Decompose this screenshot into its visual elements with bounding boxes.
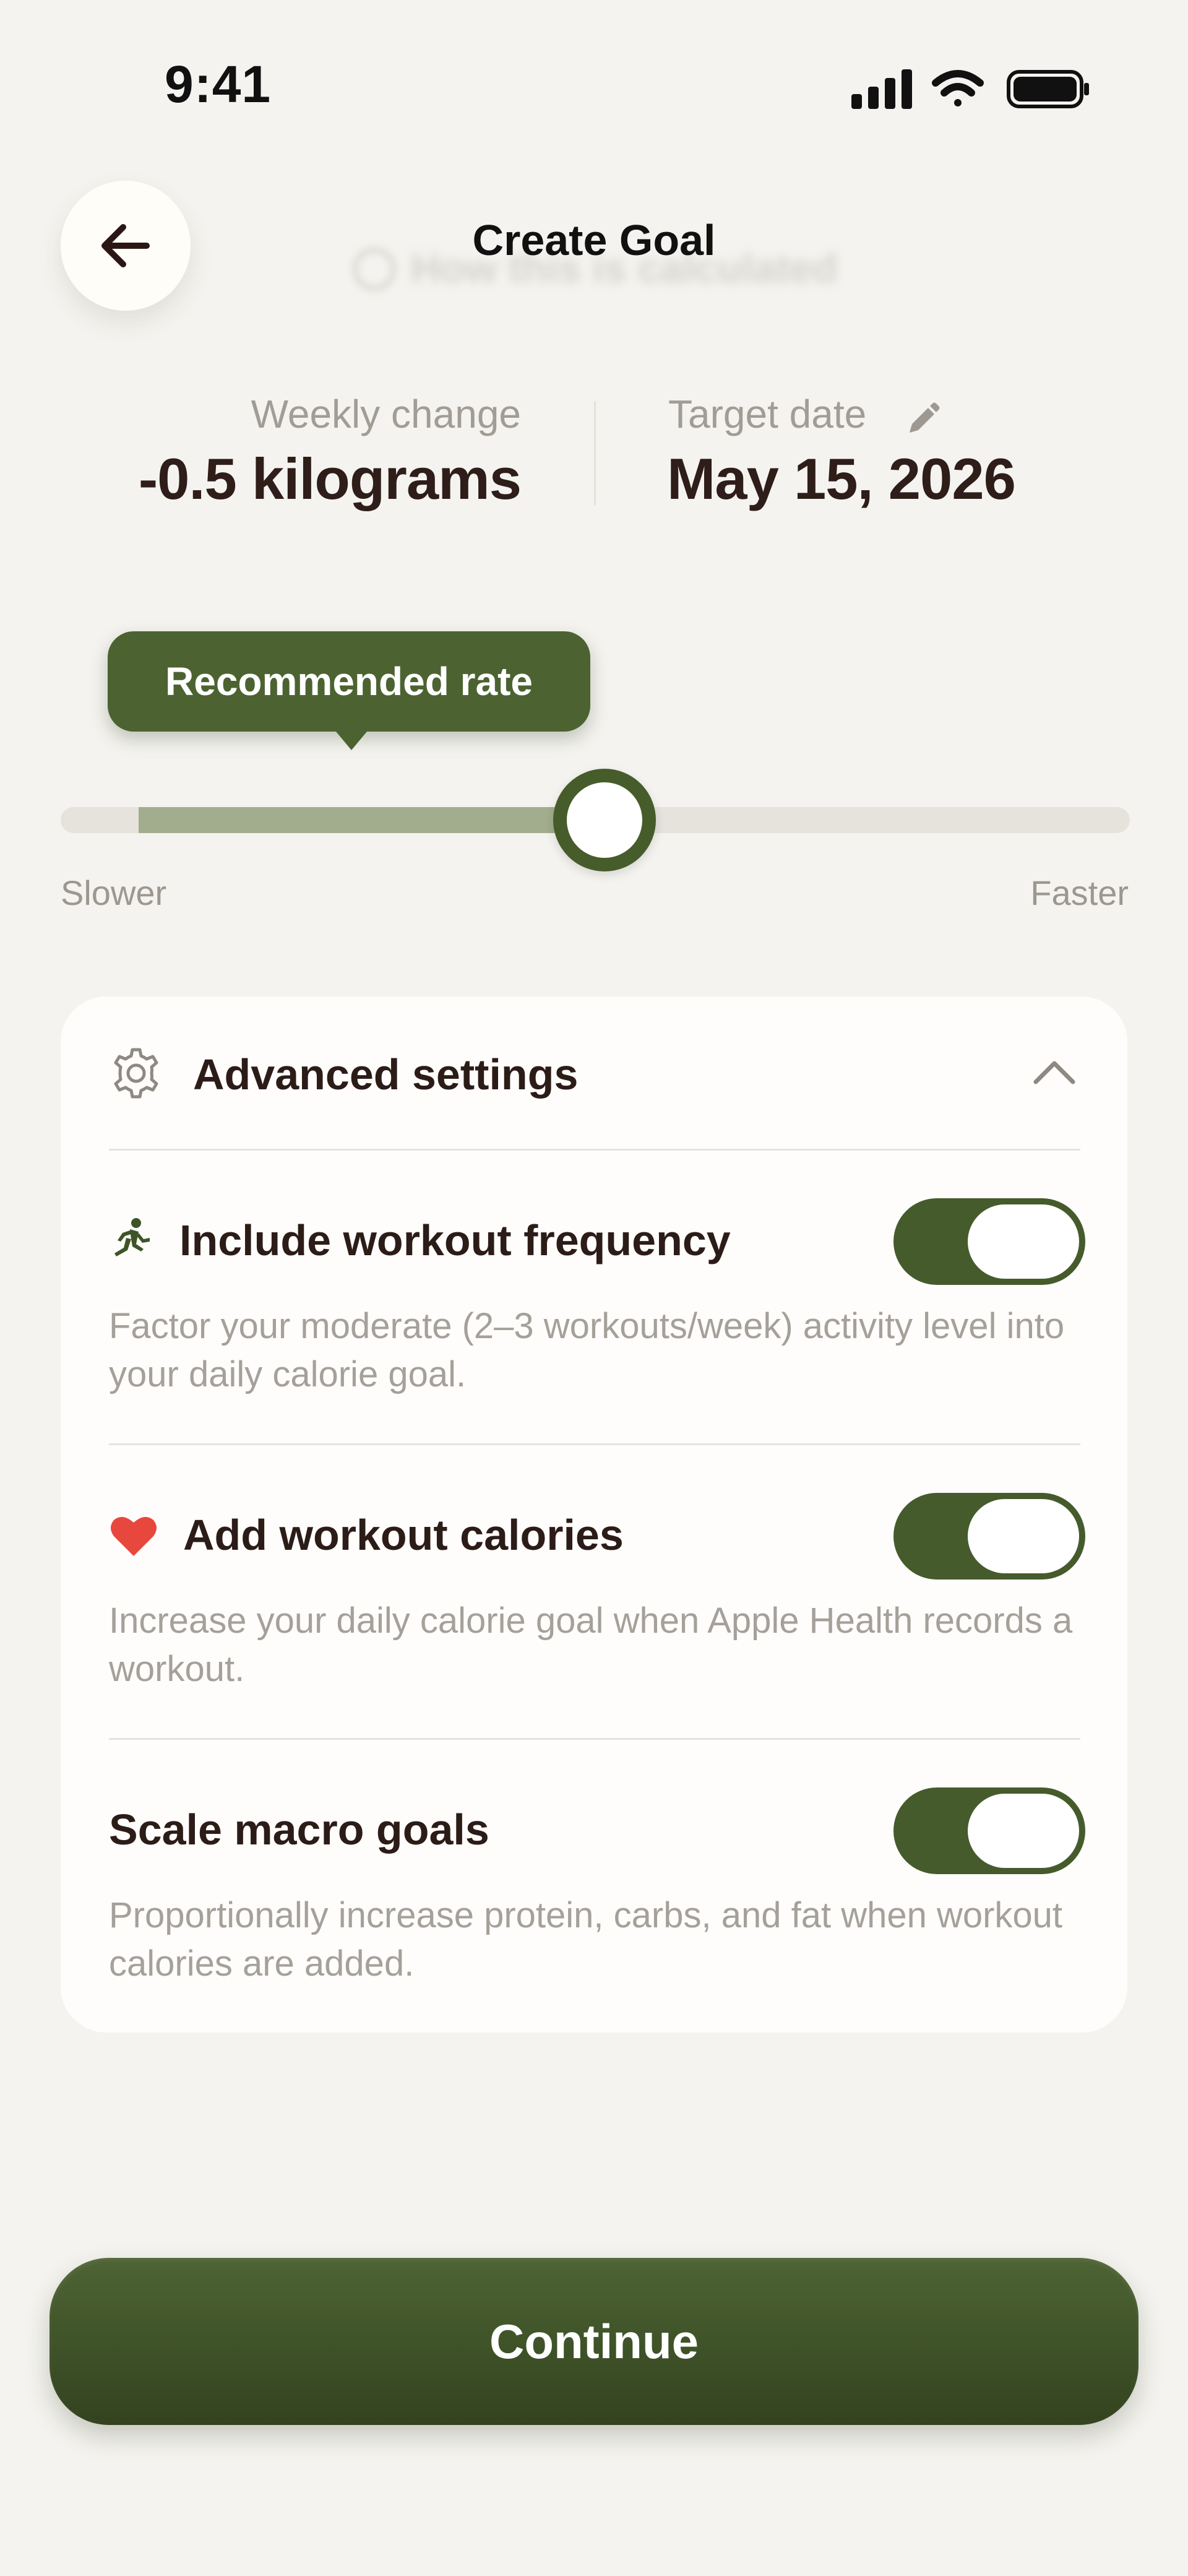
continue-button[interactable]: Continue [50,2258,1138,2425]
divider [109,1738,1080,1740]
running-person-icon [114,1218,150,1256]
target-date-label: Target date [668,392,867,436]
tooltip-pointer [333,728,370,750]
scale-macro-goals-description: Proportionally increase protein, carbs, … [109,1895,1063,1984]
advanced-settings-title: Advanced settings [193,1050,579,1099]
include-workout-frequency-description: Factor your moderate (2–3 workouts/week)… [109,1306,1065,1394]
pencil-icon[interactable] [903,400,942,439]
heart-icon [111,1516,157,1556]
add-workout-calories-toggle[interactable] [893,1493,1085,1580]
page-title: Create Goal [472,216,716,264]
include-workout-frequency-toggle[interactable] [893,1198,1085,1285]
add-workout-calories-description: Increase your daily calorie goal when Ap… [109,1601,1073,1689]
gear-icon [114,1048,158,1099]
rate-slider-recommended-range [139,807,606,833]
slider-max-label: Faster [1030,873,1129,912]
divider [109,1443,1080,1445]
scale-macro-goals-toggle[interactable] [893,1787,1085,1874]
toggle-thumb [968,1499,1079,1573]
include-workout-frequency-title: Include workout frequency [179,1216,731,1264]
target-date-value[interactable]: May 15, 2026 [667,446,1016,512]
cellular-signal-icon [851,69,912,109]
toggle-thumb [968,1794,1079,1868]
add-workout-calories-title: Add workout calories [183,1511,624,1559]
wifi-icon [932,70,984,106]
status-bar-time: 9:41 [165,55,272,113]
toggle-thumb [968,1204,1079,1279]
chevron-up-icon[interactable] [1031,1052,1078,1093]
divider [109,1149,1080,1151]
weekly-change-value: -0.5 kilograms [138,446,522,511]
scale-macro-goals-title: Scale macro goals [109,1805,489,1854]
status-bar-icons [851,69,1089,109]
rate-slider-thumb[interactable] [553,769,656,871]
stats-divider [594,401,596,505]
weekly-change-label: Weekly change [251,392,521,436]
recommended-rate-tooltip: Recommended rate [108,631,590,732]
battery-icon [1007,70,1089,108]
slider-min-label: Slower [61,873,167,912]
